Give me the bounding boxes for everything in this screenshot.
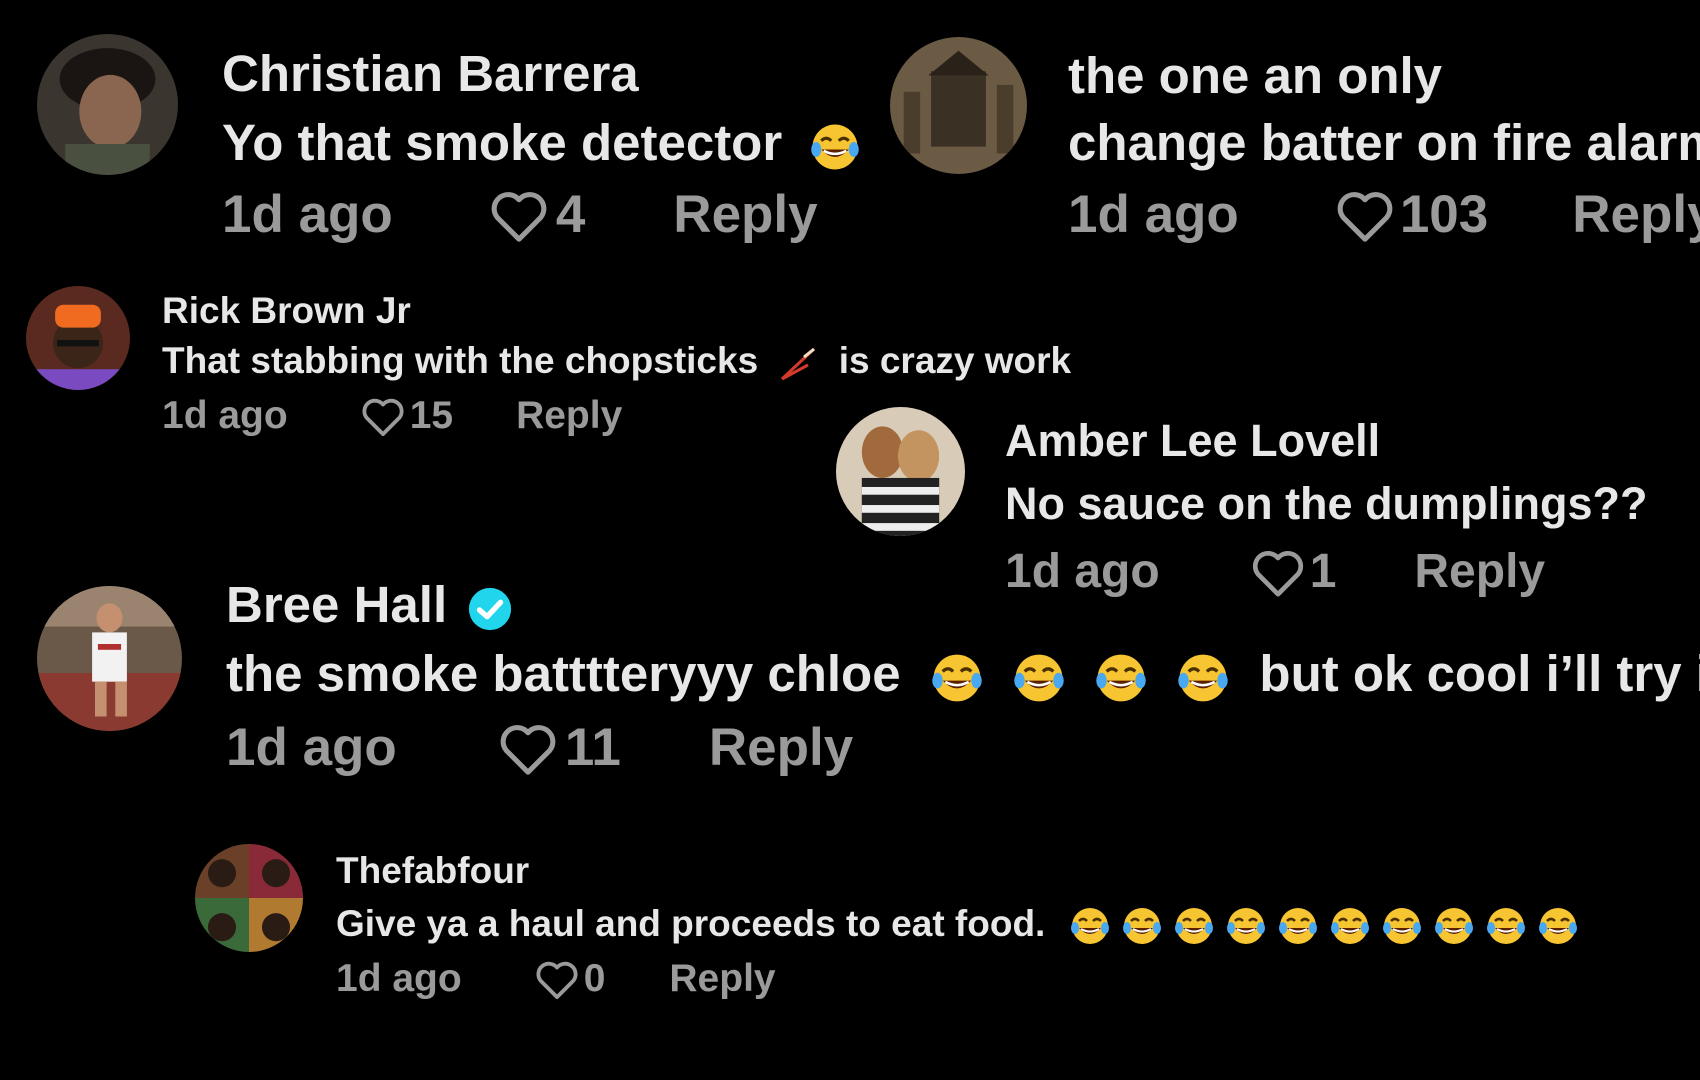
comment-text-after: but ok cool i’ll try it xyxy=(1259,645,1700,702)
tears-of-joy-emoji-icon xyxy=(1382,906,1422,946)
tears-of-joy-emoji-icon xyxy=(1122,906,1162,946)
comment-text: Give ya a haul and proceeds to eat food. xyxy=(336,903,1578,946)
heart-icon xyxy=(534,958,580,1000)
heart-icon xyxy=(360,395,406,437)
comment-meta: 1d ago 0 Reply xyxy=(336,957,776,1001)
like-button[interactable]: 4 xyxy=(488,184,585,245)
comment-meta: 1d ago 15 Reply xyxy=(162,394,622,438)
like-count: 4 xyxy=(555,185,586,244)
comment-text: That stabbing with the chopsticks is cra… xyxy=(162,340,1071,383)
comment-time: 1d ago xyxy=(1068,185,1239,244)
comment-text-content: Yo that smoke detector xyxy=(222,114,783,171)
comment-text-content: Give ya a haul and proceeds to eat food. xyxy=(336,903,1046,944)
comment-text: the smoke batttteryyy chloe but ok cool … xyxy=(226,644,1700,704)
avatar[interactable] xyxy=(37,586,182,731)
tears-of-joy-emoji-icon xyxy=(1177,652,1229,704)
tears-of-joy-emoji-icon xyxy=(1070,906,1110,946)
tears-of-joy-emoji-icon xyxy=(1434,906,1474,946)
avatar[interactable] xyxy=(37,34,178,175)
like-count: 11 xyxy=(564,718,621,777)
avatar[interactable] xyxy=(836,407,965,536)
comment-author[interactable]: Rick Brown Jr xyxy=(162,290,411,332)
like-button[interactable]: 0 xyxy=(534,957,606,1001)
tears-of-joy-emoji-icon xyxy=(1013,652,1065,704)
comment-author[interactable]: the one an only xyxy=(1068,46,1442,105)
comment-bree-hall: Bree Hall the smoke batttteryyy chloe bu… xyxy=(0,576,1700,820)
tears-of-joy-emoji-icon xyxy=(1174,906,1214,946)
comment-text-before: the smoke batttteryyy chloe xyxy=(226,645,901,702)
chopsticks-icon xyxy=(778,343,818,383)
comment-the-one-an-only: the one an only change batter on fire al… xyxy=(850,0,1700,250)
comment-amber-lee-lovell: Amber Lee Lovell No sauce on the dumplin… xyxy=(820,400,1700,600)
comment-text: No sauce on the dumplings?? xyxy=(1005,478,1648,529)
like-button[interactable]: 103 xyxy=(1334,184,1488,245)
comment-meta: 1d ago 11 Reply xyxy=(226,717,853,778)
comment-text: change batter on fire alarm xyxy=(1068,114,1700,171)
reply-button[interactable]: Reply xyxy=(669,957,775,1001)
comment-time: 1d ago xyxy=(226,718,397,777)
comment-thefabfour: Thefabfour Give ya a haul and proceeds t… xyxy=(0,840,1700,1020)
tears-of-joy-emoji-icon xyxy=(1330,906,1370,946)
comment-author[interactable]: Thefabfour xyxy=(336,850,529,892)
heart-icon xyxy=(497,720,559,776)
like-count: 15 xyxy=(409,394,454,437)
verified-badge-icon xyxy=(467,586,513,632)
comment-text: Yo that smoke detector xyxy=(222,113,860,172)
comment-author[interactable]: Christian Barrera xyxy=(222,44,639,103)
author-name[interactable]: Bree Hall xyxy=(226,576,447,633)
tears-of-joy-emoji-icon xyxy=(1278,906,1318,946)
like-button[interactable]: 15 xyxy=(360,394,453,438)
tears-of-joy-emoji-icon xyxy=(1486,906,1526,946)
like-button[interactable]: 11 xyxy=(497,717,621,778)
tears-of-joy-emoji-icon xyxy=(1095,652,1147,704)
comment-author: Bree Hall xyxy=(226,575,513,634)
tears-of-joy-emoji-icon xyxy=(931,652,983,704)
reply-button[interactable]: Reply xyxy=(709,717,853,778)
comment-meta: 1d ago 4 Reply xyxy=(222,184,818,245)
tears-of-joy-emoji-icon xyxy=(1226,906,1266,946)
reply-button[interactable]: Reply xyxy=(516,394,622,438)
comment-time: 1d ago xyxy=(162,394,288,437)
comment-christian-barrera: Christian Barrera Yo that smoke detector… xyxy=(0,0,860,250)
like-count: 103 xyxy=(1399,185,1489,244)
comment-author[interactable]: Amber Lee Lovell xyxy=(1005,415,1380,467)
heart-icon xyxy=(1334,187,1396,243)
avatar[interactable] xyxy=(26,286,130,390)
tears-of-joy-emoji-icon xyxy=(1538,906,1578,946)
avatar[interactable] xyxy=(890,37,1027,174)
comment-time: 1d ago xyxy=(222,185,393,244)
comment-text-after: is crazy work xyxy=(838,340,1072,381)
comment-meta: 1d ago 103 Reply xyxy=(1068,184,1700,245)
avatar[interactable] xyxy=(195,844,303,952)
reply-button[interactable]: Reply xyxy=(1572,184,1700,245)
comment-time: 1d ago xyxy=(336,957,462,1000)
reply-button[interactable]: Reply xyxy=(673,184,817,245)
comment-text-before: That stabbing with the chopsticks xyxy=(162,340,759,381)
heart-icon xyxy=(488,187,550,243)
like-count: 0 xyxy=(583,957,606,1000)
